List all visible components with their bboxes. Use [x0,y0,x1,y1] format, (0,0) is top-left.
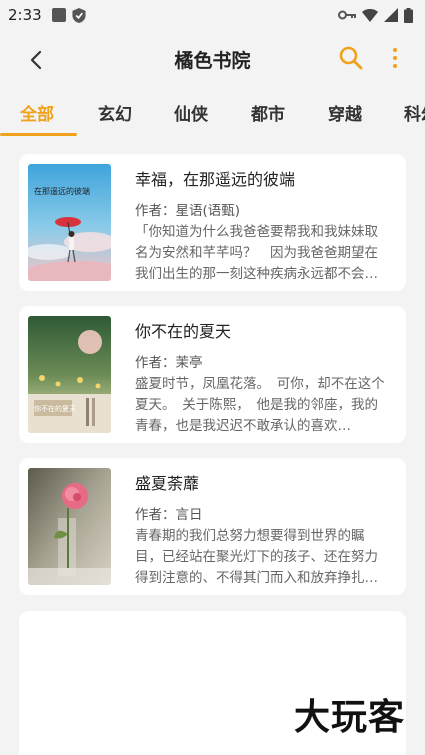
tab-indicator [0,133,77,136]
chevron-left-icon [30,50,42,70]
book-cover-image [28,468,111,585]
tab-xianxia[interactable]: 仙侠 [174,100,208,125]
book-cover: 你不在的夏天 [28,316,111,433]
book-cover-image [28,164,111,281]
signal-icon [384,8,398,22]
book-card[interactable]: 盛夏荼蘼 作者：言日 青春期的我们总努力想要得到世界的瞩目，已经站在聚光灯下的孩… [19,458,406,595]
status-bar: 2:33 [0,0,425,30]
wifi-icon [362,9,378,22]
book-description: 「你知道为什么我爸爸要帮我和我妹妹取名为安然和芊芊吗？ 因为我爸爸期望在我们出生… [135,224,378,282]
battery-icon [404,7,413,23]
tab-xuanhuan[interactable]: 玄幻 [98,100,132,125]
book-description: 青春期的我们总努力想要得到世界的瞩目，已经站在聚光灯下的孩子、还在努力得到注意的… [135,528,378,586]
more-dot-icon [393,48,397,52]
book-cover-text: 在那遥远的彼端 [34,187,90,196]
book-cover: 在那遥远的彼端 [28,164,111,281]
more-dot-icon [393,56,397,60]
tab-all[interactable]: 全部 [20,100,54,125]
watermark-logo: 大玩客 [293,696,405,738]
book-cover-text: 你不在的夏天 [34,405,76,413]
book-author: 作者：星语(语甄) [135,203,241,219]
book-author: 作者：茉亭 [135,355,203,371]
search-button[interactable] [337,44,365,72]
book-cover-image [28,316,111,433]
book-title: 你不在的夏天 [135,322,232,341]
book-card[interactable]: 在那遥远的彼端 幸福，在那遥远的彼端 作者：星语(语甄) 「你知道为什么我爸爸要… [19,154,406,291]
tab-dushi[interactable]: 都市 [251,100,285,125]
search-icon [339,46,363,70]
book-title: 幸福，在那遥远的彼端 [135,170,296,189]
back-button[interactable] [22,46,50,74]
more-dot-icon [393,64,397,68]
more-options-button[interactable] [385,44,405,72]
status-time: 2:33 [8,6,42,24]
book-cover [28,468,111,585]
tab-chuanyue[interactable]: 穿越 [328,100,362,125]
book-card[interactable]: 你不在的夏天 你不在的夏天 作者：茉亭 盛夏时节，凤凰花落。 可你，却不在这个夏… [19,306,406,443]
book-title: 盛夏荼蘼 [135,474,200,493]
book-author: 作者：言日 [135,507,203,523]
shield-icon [72,7,86,23]
app-bar: 橘色书院 [0,30,425,88]
key-icon [338,10,356,20]
tab-kehuan[interactable]: 科幻 [404,100,425,125]
page-title: 橘色书院 [174,49,251,72]
book-description: 盛夏时节，凤凰花落。 可你，却不在这个夏天。 关于陈熙， 他是我的邻座，我的青春… [135,376,385,434]
category-tabs: 全部 玄幻 仙侠 都市 穿越 科幻 [0,88,425,138]
notification-icon [51,8,66,22]
